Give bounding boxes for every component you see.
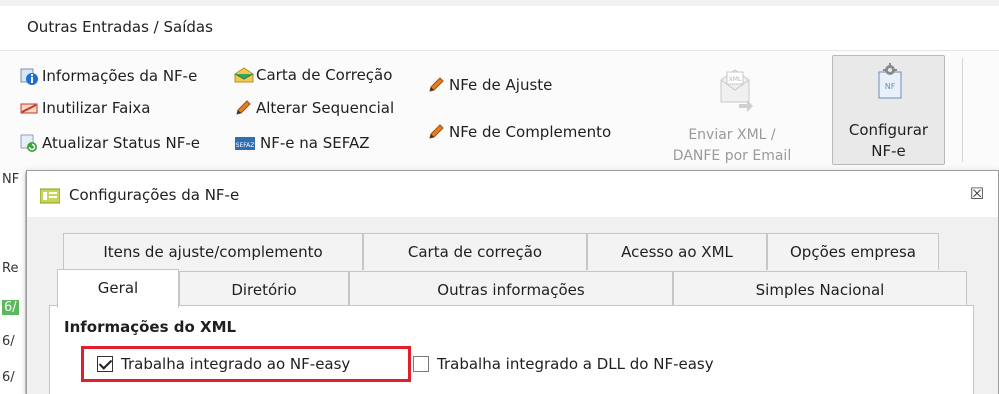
tab-company-options[interactable]: Opções empresa <box>767 233 939 270</box>
tab-label: Itens de ajuste/complemento <box>103 243 323 261</box>
update-status-button[interactable]: Atualizar Status NF-e <box>20 134 200 152</box>
tab-xml-access[interactable]: Acesso ao XML <box>587 233 767 270</box>
configure-nfe-button[interactable]: NF Configurar NF-e <box>832 55 945 165</box>
complement-nfe-label: NFe de Complemento <box>449 123 612 141</box>
nfe-info-button[interactable]: Informações da NF-e <box>20 67 197 85</box>
pencil-icon <box>427 123 445 141</box>
tab-adjustment-items[interactable]: Itens de ajuste/complemento <box>63 233 363 270</box>
checkbox-unchecked[interactable] <box>413 356 429 372</box>
menu-group-title: Outras Entradas / Saídas <box>27 18 213 36</box>
correction-letter-label: Carta de Correção <box>256 66 393 84</box>
settings-document-icon: NF <box>870 62 910 106</box>
configure-nfe-label-1: Configurar <box>848 121 929 139</box>
change-sequence-button[interactable]: Alterar Sequencial <box>234 99 394 117</box>
configure-nfe-label-2: NF-e <box>871 142 906 160</box>
nfe-info-label: Informações da NF-e <box>42 67 198 85</box>
background-window-edge: NF Re 6/ 6/ 6/ <box>0 172 26 394</box>
background-fragment: NF <box>2 172 20 187</box>
tab-simples-nacional[interactable]: Simples Nacional <box>673 271 967 308</box>
tab-label: Outras informações <box>437 281 585 299</box>
send-xml-email-button[interactable]: XML Enviar XML / DANFE por Email <box>657 62 807 166</box>
nfeasy-dll-checkbox[interactable]: Trabalha integrado a DLL do NF-easy <box>413 355 714 373</box>
dialog-window-icon <box>39 188 61 204</box>
tab-label: Acesso ao XML <box>621 243 733 261</box>
pencil-icon <box>427 76 445 94</box>
tab-label: Carta de correção <box>407 243 543 261</box>
nfe-settings-dialog: Configurações da NF-e ☒ Itens de ajuste/… <box>26 170 999 394</box>
complement-nfe-button[interactable]: NFe de Complemento <box>427 123 611 141</box>
send-xml-email-label-1: Enviar XML / <box>688 127 776 143</box>
background-fragment: 6/ <box>2 370 15 385</box>
xml-info-section-title: Informações do XML <box>64 318 237 336</box>
configure-nfe-label: Configurar NF-e <box>833 120 944 162</box>
refresh-status-icon <box>20 134 38 152</box>
background-fragment: 6/ <box>2 334 15 349</box>
disable-range-label: Inutilizar Faixa <box>42 99 151 117</box>
tab-label: Opções empresa <box>790 243 916 261</box>
update-status-label: Atualizar Status NF-e <box>42 134 200 152</box>
tab-other-info[interactable]: Outras informações <box>349 271 673 308</box>
correction-letter-button[interactable]: Carta de Correção <box>234 66 392 84</box>
adjustment-nfe-button[interactable]: NFe de Ajuste <box>427 76 552 94</box>
nfe-sefaz-label: NF-e na SEFAZ <box>260 134 370 152</box>
ribbon-separator <box>962 58 963 162</box>
dialog-titlebar: Configurações da NF-e ☒ <box>27 171 998 217</box>
adjustment-nfe-label: NFe de Ajuste <box>449 76 553 94</box>
svg-text:SEFAZ: SEFAZ <box>236 142 255 149</box>
tab-correction-letter[interactable]: Carta de correção <box>363 233 587 270</box>
highlight-box <box>81 346 411 382</box>
send-xml-email-label-2: DANFE por Email <box>672 148 792 164</box>
envelope-icon <box>234 66 254 84</box>
info-icon <box>20 67 38 85</box>
menu-bar: Outras Entradas / Saídas <box>0 0 999 50</box>
close-icon[interactable]: ☒ <box>964 181 990 207</box>
change-sequence-label: Alterar Sequencial <box>256 99 395 117</box>
dialog-title: Configurações da NF-e <box>69 186 240 204</box>
nfe-sefaz-button[interactable]: SEFAZ NF-e na SEFAZ <box>234 134 370 152</box>
tab-directory[interactable]: Diretório <box>179 271 349 308</box>
sefaz-icon: SEFAZ <box>234 134 256 152</box>
disable-icon <box>20 99 38 117</box>
disable-range-button[interactable]: Inutilizar Faixa <box>20 99 151 117</box>
pencil-icon <box>234 99 252 117</box>
svg-text:XML: XML <box>729 76 742 83</box>
svg-text:NF: NF <box>885 82 896 91</box>
tab-general[interactable]: Geral <box>57 269 179 308</box>
tab-label: Diretório <box>231 281 297 299</box>
background-fragment: Re <box>2 261 19 276</box>
background-fragment: 6/ <box>2 300 19 315</box>
window-top-strip <box>0 0 999 6</box>
checkbox-label: Trabalha integrado a DLL do NF-easy <box>437 355 714 373</box>
tab-label: Geral <box>97 279 139 297</box>
xml-email-icon: XML <box>715 66 755 114</box>
tab-label: Simples Nacional <box>755 281 885 299</box>
